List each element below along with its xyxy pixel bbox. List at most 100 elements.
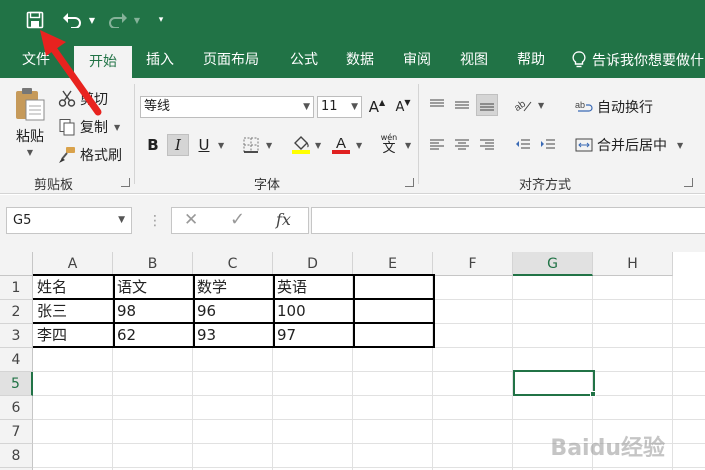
increase-font-size-icon[interactable]: A ▲	[366, 96, 388, 118]
cell-d3[interactable]: 97	[273, 324, 353, 347]
format-painter-label: 格式刷	[80, 148, 122, 164]
brush-icon	[59, 147, 75, 163]
cell-d2[interactable]: 100	[273, 300, 353, 323]
cell-c2[interactable]: 96	[193, 300, 273, 323]
formula-input[interactable]	[311, 207, 705, 234]
font-size-combo[interactable]: 11 ▼	[317, 96, 362, 118]
customize-qat-icon[interactable]: ▾	[154, 6, 168, 34]
cell-a1[interactable]: 姓名	[33, 276, 113, 299]
column-header-c[interactable]: C	[193, 252, 273, 276]
column-header-f[interactable]: F	[433, 252, 513, 276]
cell-e3[interactable]	[353, 324, 433, 347]
bold-button[interactable]: B	[142, 134, 164, 156]
cell-e2[interactable]	[353, 300, 433, 323]
fill-color-dropdown-icon[interactable]: ▼	[315, 141, 321, 150]
cell-d1[interactable]: 英语	[273, 276, 353, 299]
enter-check-icon[interactable]: ✓	[230, 209, 245, 230]
fill-color-button[interactable]	[290, 134, 312, 156]
row-header-3[interactable]: 3	[0, 324, 33, 348]
tab-formulas[interactable]: 公式	[280, 42, 328, 78]
cancel-icon[interactable]: ✕	[184, 210, 198, 230]
row-header-8[interactable]: 8	[0, 444, 33, 468]
increase-indent-icon[interactable]	[537, 134, 559, 156]
insert-function-button[interactable]: fx	[276, 210, 291, 229]
column-header-b[interactable]: B	[113, 252, 193, 276]
table-border-col	[273, 274, 275, 348]
column-header-d[interactable]: D	[273, 252, 353, 276]
cell-a2[interactable]: 张三	[33, 300, 113, 323]
phonetic-char: 文	[382, 140, 396, 156]
align-right-icon[interactable]	[476, 134, 498, 156]
cell-b3[interactable]: 62	[113, 324, 193, 347]
align-top-icon[interactable]	[426, 94, 448, 116]
watermark: Baidu经验	[550, 436, 665, 461]
svg-text:ab: ab	[575, 100, 585, 110]
column-header-e[interactable]: E	[353, 252, 433, 276]
tab-page-layout[interactable]: 页面布局	[192, 42, 270, 78]
orientation-icon[interactable]: ab	[512, 94, 534, 116]
clipboard-launcher-icon[interactable]	[121, 178, 130, 187]
row-header-5[interactable]: 5	[0, 372, 33, 396]
name-box[interactable]: G5 ▼	[6, 207, 132, 234]
decrease-font-size-icon[interactable]: A ▼	[392, 96, 414, 118]
column-header-h[interactable]: H	[593, 252, 673, 276]
resize-handle-icon[interactable]: ⋮	[148, 213, 162, 229]
group-divider	[134, 84, 135, 184]
italic-button[interactable]: I	[167, 134, 189, 156]
cell-b2[interactable]: 98	[113, 300, 193, 323]
alignment-group-label: 对齐方式	[519, 178, 572, 193]
borders-button[interactable]	[240, 134, 262, 156]
wrap-text-button[interactable]: ab 自动换行	[575, 96, 653, 118]
font-launcher-icon[interactable]	[405, 178, 414, 187]
column-header-g[interactable]: G	[513, 252, 593, 276]
tab-insert[interactable]: 插入	[136, 42, 184, 78]
selected-cell-g5[interactable]	[513, 370, 595, 396]
clipboard-group-label: 剪贴板	[34, 178, 74, 193]
cell-a3[interactable]: 李四	[33, 324, 113, 347]
row-header-6[interactable]: 6	[0, 396, 33, 420]
cell-e1[interactable]	[353, 276, 433, 299]
select-all-corner[interactable]	[0, 252, 33, 276]
wrap-text-label: 自动换行	[597, 100, 653, 116]
align-center-icon[interactable]	[451, 134, 473, 156]
merge-dropdown-icon[interactable]: ▼	[677, 141, 683, 150]
orientation-dropdown-icon[interactable]: ▼	[538, 101, 544, 110]
tab-help[interactable]: 帮助	[507, 42, 555, 78]
paste-label: 粘贴	[16, 129, 44, 145]
merge-center-button[interactable]: 合并后居中 ▼	[575, 134, 683, 156]
table-border-top	[33, 274, 435, 276]
tab-review[interactable]: 审阅	[393, 42, 441, 78]
align-left-icon[interactable]	[426, 134, 448, 156]
tab-view[interactable]: 视图	[450, 42, 498, 78]
align-middle-icon[interactable]	[451, 94, 473, 116]
align-bottom-icon[interactable]	[476, 94, 498, 116]
format-painter-button[interactable]: 格式刷	[58, 144, 122, 166]
paint-bucket-icon	[292, 136, 310, 154]
row-header-1[interactable]: 1	[0, 276, 33, 300]
row-header-4[interactable]: 4	[0, 348, 33, 372]
borders-dropdown-icon[interactable]: ▼	[266, 141, 272, 150]
column-header-a[interactable]: A	[33, 252, 113, 276]
font-color-button[interactable]: A	[330, 134, 352, 156]
merge-center-label: 合并后居中	[597, 138, 667, 154]
cell-c3[interactable]: 93	[193, 324, 273, 347]
font-name-combo[interactable]: 等线 ▼	[140, 96, 314, 118]
underline-button[interactable]: U	[193, 134, 215, 156]
redo-dropdown-icon[interactable]: ▼	[131, 6, 143, 34]
table-border-col	[353, 274, 355, 348]
tell-me-box[interactable]: 告诉我你想要做什	[572, 42, 704, 78]
phonetic-guide-button[interactable]: wén 文	[376, 130, 402, 158]
table-border-row1	[33, 298, 435, 300]
fill-handle[interactable]	[590, 391, 596, 397]
decrease-indent-icon[interactable]	[512, 134, 534, 156]
row-header-7[interactable]: 7	[0, 420, 33, 444]
cell-b1[interactable]: 语文	[113, 276, 193, 299]
alignment-launcher-icon[interactable]	[684, 178, 693, 187]
font-color-dropdown-icon[interactable]: ▼	[356, 141, 362, 150]
copy-dropdown-icon[interactable]: ▼	[114, 123, 120, 132]
row-header-2[interactable]: 2	[0, 300, 33, 324]
tab-data[interactable]: 数据	[336, 42, 384, 78]
cell-c1[interactable]: 数学	[193, 276, 273, 299]
phonetic-dropdown-icon[interactable]: ▼	[405, 141, 411, 150]
underline-dropdown-icon[interactable]: ▼	[218, 141, 224, 150]
